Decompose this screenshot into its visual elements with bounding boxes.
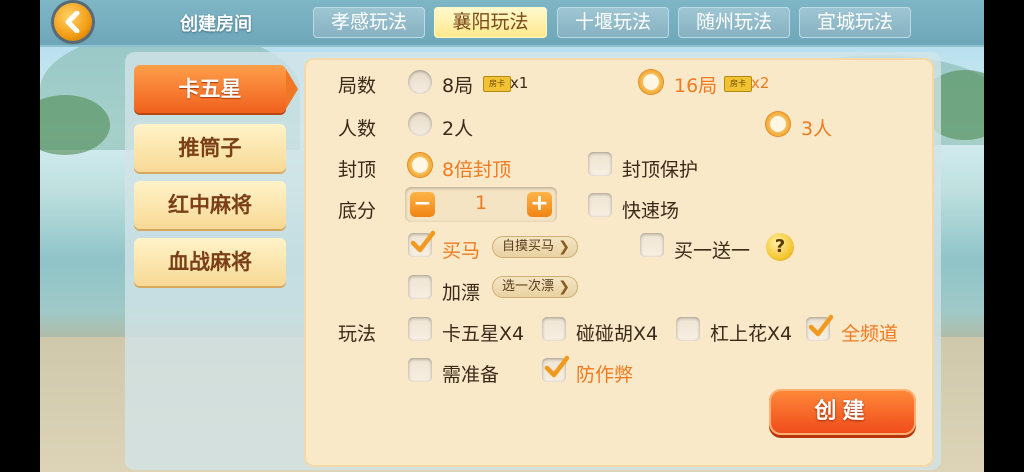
rules-label: 玩法 bbox=[338, 323, 377, 345]
float-label: 加漂 bbox=[442, 282, 481, 304]
back-button[interactable] bbox=[54, 3, 92, 41]
rounds-16-cost: x2 bbox=[751, 74, 770, 92]
base-score-label: 底分 bbox=[338, 200, 377, 222]
checkmark-icon bbox=[808, 314, 833, 337]
rounds-label: 局数 bbox=[338, 75, 377, 97]
create-button[interactable]: 创建 bbox=[769, 389, 916, 435]
cap-protect-checkbox[interactable] bbox=[588, 152, 612, 176]
buy-one-get-one-checkbox[interactable] bbox=[640, 233, 664, 257]
back-arrow-icon bbox=[65, 11, 80, 33]
cap-8x-radio[interactable] bbox=[408, 153, 432, 177]
players-3-label: 3人 bbox=[801, 118, 833, 140]
rule-all-channel-checkbox[interactable] bbox=[806, 314, 833, 341]
buy-one-get-one-label: 买一送一 bbox=[674, 240, 751, 262]
rule-all-channel-label: 全频道 bbox=[841, 323, 899, 345]
float-mode-button[interactable]: 选一次漂 ❯ bbox=[492, 276, 579, 298]
chevron-right-icon: ❯ bbox=[558, 279, 571, 295]
checkmark-icon bbox=[544, 355, 569, 378]
cap-label: 封顶 bbox=[338, 159, 377, 181]
sidebar-item-xuezhan[interactable]: 血战麻将 bbox=[134, 238, 286, 286]
room-card-icon: 房卡 bbox=[483, 76, 511, 92]
sidebar-item-kawuxing[interactable]: 卡五星 bbox=[134, 65, 298, 113]
buy-horse-checkbox[interactable] bbox=[408, 230, 435, 257]
players-label: 人数 bbox=[338, 118, 377, 140]
rounds-16-radio[interactable] bbox=[639, 70, 663, 94]
tab-xiangyang[interactable]: 襄阳玩法 bbox=[434, 7, 547, 38]
rule-kawuxing-label: 卡五星X4 bbox=[442, 323, 525, 345]
float-mode-label: 选一次漂 bbox=[502, 279, 555, 294]
base-score-stepper: − 1 + bbox=[405, 187, 557, 222]
players-3-radio[interactable] bbox=[766, 112, 790, 136]
minus-button[interactable]: − bbox=[410, 192, 435, 217]
tab-shiyan[interactable]: 十堰玩法 bbox=[557, 7, 669, 38]
rule-need-ready-label: 需准备 bbox=[442, 364, 500, 386]
rounds-8-cost: x1 bbox=[510, 74, 529, 92]
rule-anti-cheat-label: 防作弊 bbox=[576, 364, 634, 386]
float-checkbox[interactable] bbox=[408, 275, 432, 299]
rule-anti-cheat-checkbox[interactable] bbox=[542, 355, 569, 382]
tab-yicheng[interactable]: 宜城玩法 bbox=[799, 7, 911, 38]
base-score-value: 1 bbox=[474, 192, 488, 214]
fast-mode-label: 快速场 bbox=[622, 200, 680, 222]
room-card-icon: 房卡 bbox=[724, 76, 752, 92]
chevron-right-icon: ❯ bbox=[558, 239, 571, 255]
fast-mode-checkbox[interactable] bbox=[588, 193, 612, 217]
players-2-label: 2人 bbox=[442, 118, 474, 140]
rounds-8-label: 8局 bbox=[442, 75, 474, 97]
players-2-radio[interactable] bbox=[408, 112, 432, 136]
buy-horse-label: 买马 bbox=[442, 240, 481, 262]
buy-horse-mode-button[interactable]: 自摸买马 ❯ bbox=[492, 236, 579, 258]
cap-protect-label: 封顶保护 bbox=[622, 159, 699, 181]
rule-gangshanghua-label: 杠上花X4 bbox=[710, 323, 793, 345]
cap-8x-label: 8倍封顶 bbox=[442, 159, 512, 181]
sidebar-item-tuitongzi[interactable]: 推筒子 bbox=[134, 124, 286, 172]
buy-horse-mode-label: 自摸买马 bbox=[502, 239, 555, 254]
rule-pengpenghu-label: 碰碰胡X4 bbox=[576, 323, 659, 345]
tab-xiaogan[interactable]: 孝感玩法 bbox=[313, 7, 425, 38]
tab-suizhou[interactable]: 随州玩法 bbox=[678, 7, 790, 38]
rounds-8-radio[interactable] bbox=[408, 70, 432, 94]
help-icon[interactable]: ? bbox=[766, 233, 794, 261]
rule-pengpenghu-checkbox[interactable] bbox=[542, 317, 566, 341]
sidebar-item-hongzhong[interactable]: 红中麻将 bbox=[134, 181, 286, 229]
rule-need-ready-checkbox[interactable] bbox=[408, 358, 432, 382]
page-title: 创建房间 bbox=[180, 14, 252, 35]
plus-button[interactable]: + bbox=[527, 192, 552, 217]
rule-kawuxing-checkbox[interactable] bbox=[408, 317, 432, 341]
rule-gangshanghua-checkbox[interactable] bbox=[676, 317, 700, 341]
checkmark-icon bbox=[410, 230, 435, 253]
rounds-16-label: 16局 bbox=[674, 75, 718, 97]
